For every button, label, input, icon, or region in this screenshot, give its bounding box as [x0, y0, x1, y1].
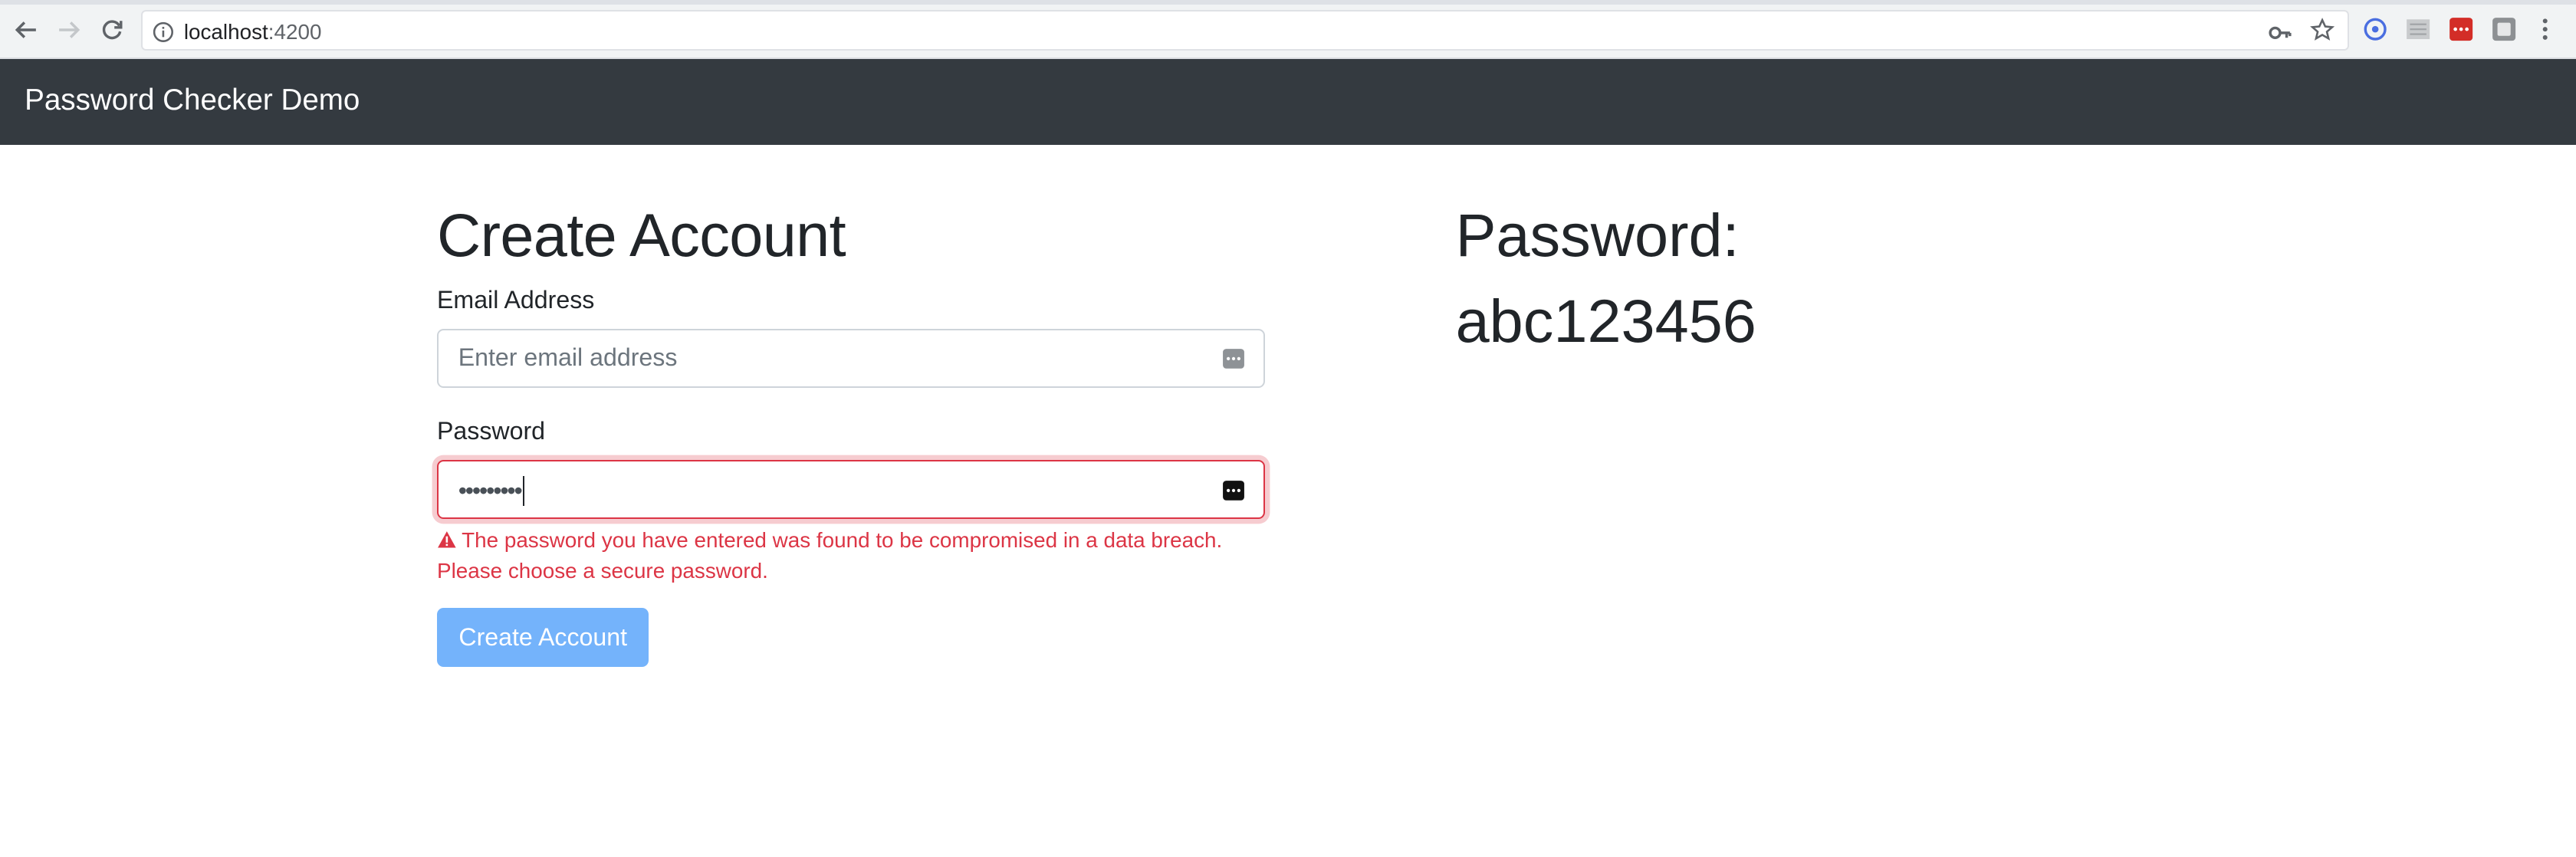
- password-preview-heading: Password:: [1455, 201, 1740, 270]
- password-field[interactable]: •••••••••: [437, 459, 1265, 520]
- star-icon[interactable]: [2310, 18, 2335, 49]
- password-manager-icon[interactable]: [1222, 346, 1245, 376]
- extension-grid-icon[interactable]: [2405, 16, 2431, 42]
- back-arrow-icon[interactable]: [10, 13, 43, 46]
- url-host: localhost: [183, 19, 268, 44]
- extension-circle-icon[interactable]: [2362, 16, 2388, 42]
- password-label: Password: [437, 417, 546, 445]
- address-bar[interactable]: localhost:4200: [141, 9, 2350, 51]
- password-error-message: The password you have entered was found …: [437, 526, 1265, 586]
- page-title: Create Account: [437, 201, 846, 270]
- lastpass-icon[interactable]: [2448, 16, 2474, 42]
- extension-box-icon[interactable]: [2491, 16, 2517, 42]
- page: localhost:4200 Password Checker Demo Cre…: [0, 0, 2576, 857]
- email-field[interactable]: Enter email address: [437, 328, 1265, 388]
- create-account-button[interactable]: Create Account: [437, 607, 649, 667]
- url-text: localhost:4200: [184, 20, 322, 44]
- email-label: Email Address: [437, 285, 595, 314]
- password-masked-text: •••••••••: [458, 477, 523, 505]
- info-icon[interactable]: [153, 20, 174, 50]
- forward-arrow-icon[interactable]: [53, 13, 86, 46]
- reload-icon[interactable]: [95, 13, 128, 46]
- warning-icon: [437, 527, 457, 557]
- navbar-brand[interactable]: Password Checker Demo: [25, 84, 360, 117]
- password-value: •••••••••: [458, 476, 524, 506]
- password-manager-icon[interactable]: [1222, 478, 1245, 507]
- url-port: :4200: [268, 19, 322, 44]
- browser-toolbar: localhost:4200: [0, 0, 2576, 60]
- email-placeholder: Enter email address: [458, 343, 678, 371]
- key-icon[interactable]: [2269, 20, 2292, 50]
- menu-dots-icon[interactable]: [2537, 16, 2553, 42]
- password-preview-value: abc123456: [1455, 286, 1756, 355]
- text-caret: [522, 476, 524, 506]
- password-error-text: The password you have entered was found …: [437, 527, 1223, 583]
- app-navbar: Password Checker Demo: [0, 59, 2576, 145]
- tab-strip: [0, 0, 2576, 5]
